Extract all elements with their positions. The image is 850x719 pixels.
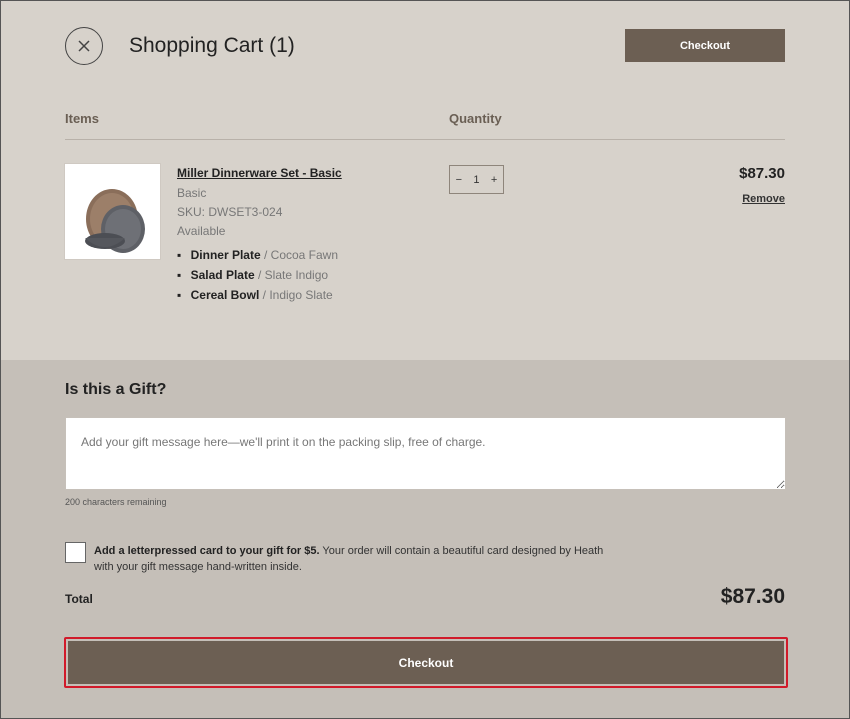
item-price: $87.30 <box>739 165 785 182</box>
quantity-value[interactable]: 1 <box>473 174 479 186</box>
decrease-quantity-button[interactable]: − <box>456 174 462 186</box>
list-item: Salad Plate / Slate Indigo <box>177 267 338 287</box>
dinnerware-set-image <box>85 189 145 253</box>
quantity-stepper: − 1 + <box>449 165 504 194</box>
cart-panel: Shopping Cart (1) Checkout Items Quantit… <box>0 0 850 719</box>
checkout-button-bottom-highlight: Checkout <box>64 637 788 688</box>
list-item: Dinner Plate / Cocoa Fawn <box>177 247 338 267</box>
total-label: Total <box>65 592 93 606</box>
cart-items-section: Shopping Cart (1) Checkout Items Quantit… <box>1 1 849 360</box>
letterpressed-card-label: Add a letterpressed card to your gift fo… <box>94 543 614 575</box>
gift-message-input[interactable] <box>65 417 786 490</box>
component-name: Dinner Plate <box>190 248 261 262</box>
product-sku: SKU: DWSET3-024 <box>177 205 283 219</box>
total-value: $87.30 <box>720 585 785 608</box>
component-color: Indigo Slate <box>269 288 333 302</box>
component-color: Cocoa Fawn <box>270 248 339 262</box>
header-divider <box>65 139 785 140</box>
product-name-link[interactable]: Miller Dinnerware Set - Basic <box>177 166 342 180</box>
quantity-column-header: Quantity <box>449 111 502 126</box>
checkout-button-top[interactable]: Checkout <box>625 29 785 62</box>
component-name: Salad Plate <box>190 268 255 282</box>
product-image[interactable] <box>64 163 161 260</box>
remove-item-link[interactable]: Remove <box>742 193 785 205</box>
close-icon <box>78 40 90 52</box>
page-title: Shopping Cart (1) <box>129 34 295 57</box>
checkout-button-bottom[interactable]: Checkout <box>68 641 784 684</box>
close-button[interactable] <box>65 27 103 65</box>
component-color: Slate Indigo <box>264 268 329 282</box>
increase-quantity-button[interactable]: + <box>491 174 497 186</box>
product-variant: Basic <box>177 186 207 200</box>
list-item: Cereal Bowl / Indigo Slate <box>177 287 338 307</box>
product-components-list: Dinner Plate / Cocoa Fawn Salad Plate / … <box>177 247 338 307</box>
items-column-header: Items <box>65 111 99 126</box>
component-name: Cereal Bowl <box>190 288 260 302</box>
product-availability: Available <box>177 224 226 238</box>
characters-remaining: 200 characters remaining <box>65 497 167 507</box>
letterpressed-card-checkbox[interactable] <box>65 542 86 563</box>
gift-section-title: Is this a Gift? <box>65 381 167 398</box>
card-offer-bold: Add a letterpressed card to your gift fo… <box>94 545 320 557</box>
